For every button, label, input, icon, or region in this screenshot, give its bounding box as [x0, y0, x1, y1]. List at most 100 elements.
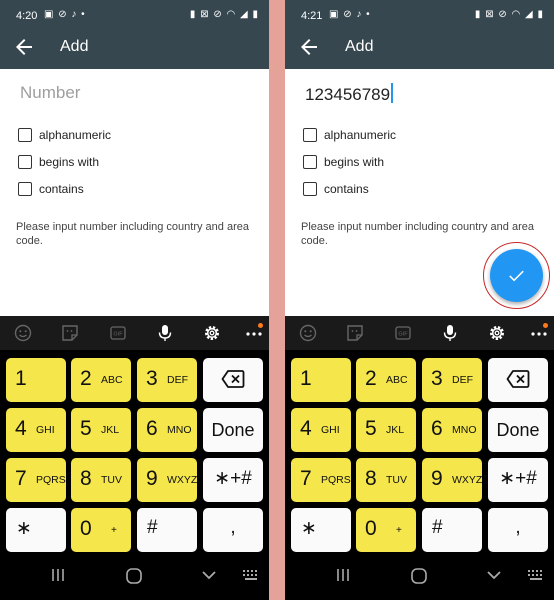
key-digit: 9 [431, 467, 443, 490]
key-letters: DEF [452, 374, 473, 386]
key-6[interactable]: 6 MNO [422, 408, 482, 452]
recent-apps-icon[interactable] [335, 567, 351, 583]
key-digit: 4 [300, 417, 312, 440]
phone-screen-left: 4:20 ▣ ⊘ ♪ • ▮ ⊠ ⊘ ◠ ◢ ▮ Add Number alph… [0, 0, 269, 600]
option-alphanumeric[interactable]: alphanumeric [18, 126, 111, 144]
option-contains[interactable]: contains [303, 180, 369, 198]
key-2[interactable]: 2 ABC [356, 358, 416, 402]
key-6[interactable]: 6 MNO [137, 408, 197, 452]
key-label: # [147, 517, 158, 538]
key-0[interactable]: 0 + [356, 508, 416, 552]
recent-apps-icon[interactable] [50, 567, 66, 583]
keyboard-icon[interactable] [527, 569, 545, 583]
key-letters: TUV [101, 474, 122, 486]
keyboard-icon[interactable] [242, 569, 260, 583]
key-digit: 5 [365, 417, 377, 440]
backspace-key[interactable] [203, 358, 263, 402]
done-key[interactable]: Done [488, 408, 548, 452]
key-5[interactable]: 5 JKL [71, 408, 131, 452]
settings-gear-icon[interactable] [202, 323, 222, 343]
option-alphanumeric[interactable]: alphanumeric [303, 126, 396, 144]
star-plus-pound-key[interactable]: ∗+# [203, 458, 263, 502]
app-bar: Add [0, 32, 269, 69]
home-icon[interactable] [125, 567, 143, 585]
sticker-icon[interactable] [60, 323, 80, 343]
key-letters: JKL [386, 424, 405, 436]
key-label: ∗+# [214, 468, 252, 489]
key-1[interactable]: 1 [291, 358, 351, 402]
comma-key[interactable]: , [203, 508, 263, 552]
key-digit: 8 [80, 467, 92, 490]
pound-key[interactable]: # [422, 508, 482, 552]
key-label: ∗ [16, 518, 32, 539]
key-letters: JKL [101, 424, 120, 436]
confirm-button[interactable] [490, 249, 543, 302]
option-contains[interactable]: contains [18, 180, 84, 198]
key-letters: ABC [386, 374, 408, 386]
option-begins-with[interactable]: begins with [18, 153, 99, 171]
status-bar: 4:21 ▣ ⊘ ♪ • ▮ ⊠ ⊘ ◠ ◢ ▮ [285, 0, 554, 32]
notification-dot [543, 323, 548, 328]
emoji-icon[interactable] [298, 323, 318, 343]
emoji-icon[interactable] [13, 323, 33, 343]
key-letters: DEF [167, 374, 188, 386]
key-7[interactable]: 7 PQRS [291, 458, 351, 502]
back-arrow-icon[interactable] [12, 35, 36, 59]
gif-icon[interactable]: GIF [393, 323, 413, 343]
star-plus-pound-key[interactable]: ∗+# [488, 458, 548, 502]
backspace-icon [506, 370, 530, 388]
number-input[interactable]: Number [20, 83, 250, 109]
home-icon[interactable] [410, 567, 428, 585]
checkbox-alphanumeric[interactable] [303, 128, 317, 142]
sticker-icon[interactable] [345, 323, 365, 343]
key-9[interactable]: 9 WXYZ [422, 458, 482, 502]
star-key[interactable]: ∗ [6, 508, 66, 552]
checkbox-alphanumeric[interactable] [18, 128, 32, 142]
pound-key[interactable]: # [137, 508, 197, 552]
option-label: alphanumeric [39, 128, 112, 142]
key-digit: 1 [15, 367, 27, 390]
key-2[interactable]: 2 ABC [71, 358, 131, 402]
microphone-icon[interactable] [440, 323, 460, 343]
key-letters: MNO [167, 424, 192, 436]
microphone-icon[interactable] [155, 323, 175, 343]
svg-text:GIF: GIF [398, 332, 408, 338]
comma-key[interactable]: , [488, 508, 548, 552]
status-notification-icons: ▣ ⊘ ♪ • [44, 9, 86, 20]
checkbox-contains[interactable] [303, 182, 317, 196]
add-form: 123456789 alphanumeric begins with conta… [285, 69, 554, 316]
number-input[interactable]: 123456789 [305, 83, 535, 109]
key-1[interactable]: 1 [6, 358, 66, 402]
settings-gear-icon[interactable] [487, 323, 507, 343]
gif-icon[interactable]: GIF [108, 323, 128, 343]
backspace-icon [221, 370, 245, 388]
key-4[interactable]: 4 GHI [6, 408, 66, 452]
key-label: ∗ [301, 518, 317, 539]
text-cursor [391, 83, 393, 103]
option-begins-with[interactable]: begins with [303, 153, 384, 171]
key-4[interactable]: 4 GHI [291, 408, 351, 452]
key-8[interactable]: 8 TUV [356, 458, 416, 502]
key-5[interactable]: 5 JKL [356, 408, 416, 452]
star-key[interactable]: ∗ [291, 508, 351, 552]
key-3[interactable]: 3 DEF [422, 358, 482, 402]
key-9[interactable]: 9 WXYZ [137, 458, 197, 502]
key-label: ∗+# [499, 468, 537, 489]
status-notification-icons: ▣ ⊘ ♪ • [329, 9, 371, 20]
backspace-key[interactable] [488, 358, 548, 402]
back-arrow-icon[interactable] [297, 35, 321, 59]
checkbox-begins-with[interactable] [303, 155, 317, 169]
help-text: Please input number including country an… [16, 221, 249, 247]
key-7[interactable]: 7 PQRS [6, 458, 66, 502]
chevron-down-icon[interactable] [486, 567, 502, 583]
chevron-down-icon[interactable] [201, 567, 217, 583]
key-3[interactable]: 3 DEF [137, 358, 197, 402]
key-letters: PQRS [321, 474, 351, 486]
option-label: alphanumeric [324, 128, 397, 142]
key-0[interactable]: 0 + [71, 508, 131, 552]
checkbox-contains[interactable] [18, 182, 32, 196]
done-key[interactable]: Done [203, 408, 263, 452]
number-input-value: 123456789 [305, 85, 391, 104]
key-8[interactable]: 8 TUV [71, 458, 131, 502]
checkbox-begins-with[interactable] [18, 155, 32, 169]
